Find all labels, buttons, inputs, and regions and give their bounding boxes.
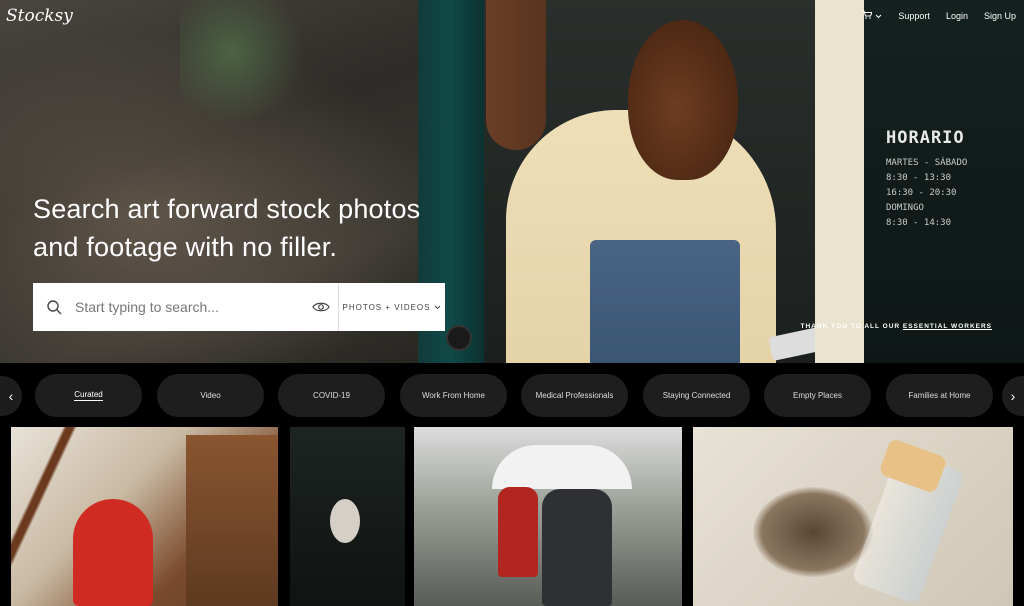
category-pill-staying-connected[interactable]: Staying Connected — [643, 374, 750, 417]
door-knob — [446, 325, 472, 351]
painter-figure — [73, 499, 153, 606]
category-pill-curated[interactable]: Curated — [35, 374, 142, 417]
media-type-label: PHOTOS + VIDEOS — [342, 302, 431, 312]
chalkboard-line: MARTES - SÁBADO — [886, 158, 968, 168]
eye-icon[interactable] — [303, 283, 339, 331]
category-pill-work-from-home[interactable]: Work From Home — [400, 374, 507, 417]
search-input[interactable] — [75, 299, 303, 315]
chalkboard-lines: MARTES - SÁBADO 8:30 - 13:30 16:30 - 20:… — [886, 156, 967, 231]
person-arm — [486, 0, 546, 150]
hooded-figure — [330, 499, 360, 543]
category-label: Families at Home — [908, 391, 971, 400]
chalkboard-line: 8:30 - 14:30 — [886, 218, 952, 228]
category-bar: ‹ Curated Video COVID-19 Work From Home … — [0, 363, 1024, 427]
cart-icon — [862, 10, 874, 22]
chevron-left-icon[interactable]: ‹ — [0, 376, 22, 416]
photo-tile-painting[interactable] — [11, 427, 278, 606]
umbrella — [492, 445, 632, 489]
hero-headline: Search art forward stock photos and foot… — [33, 190, 420, 266]
essential-workers-link[interactable]: ESSENTIAL WORKERS — [903, 323, 992, 330]
walker-dark — [542, 489, 612, 606]
cabinet — [186, 435, 278, 606]
category-label: Staying Connected — [662, 391, 731, 400]
chevron-down-icon — [875, 11, 882, 22]
photo-tile-bottle-still-life[interactable] — [693, 427, 1013, 606]
chalkboard-line: 16:30 - 20:30 — [886, 188, 957, 198]
category-label: Work From Home — [422, 391, 485, 400]
hanging-plant — [180, 0, 310, 130]
search-bar: PHOTOS + VIDEOS — [33, 283, 445, 331]
chalkboard-line: 8:30 - 13:30 — [886, 173, 952, 183]
wall-panel — [815, 0, 865, 363]
photo-tile-hooded-figure[interactable] — [290, 427, 405, 606]
category-pill-empty-places[interactable]: Empty Places — [764, 374, 871, 417]
essential-prefix: THANK YOU TO ALL OUR — [800, 323, 903, 330]
support-link[interactable]: Support — [898, 11, 930, 21]
category-label: Medical Professionals — [535, 391, 614, 400]
chalkboard-text: HORARIO MARTES - SÁBADO 8:30 - 13:30 16:… — [886, 128, 967, 231]
walker-red — [498, 487, 538, 577]
headline-line: Search art forward stock photos — [33, 194, 421, 224]
chevron-right-icon[interactable]: › — [1002, 376, 1024, 416]
category-label: COVID-19 — [313, 391, 350, 400]
search-icon[interactable] — [33, 283, 75, 331]
category-label: Video — [200, 391, 221, 400]
category-pill-covid-19[interactable]: COVID-19 — [278, 374, 385, 417]
cart-menu[interactable] — [862, 10, 882, 22]
chalkboard-title: HORARIO — [886, 128, 965, 148]
photo-tile-umbrella-street[interactable] — [414, 427, 682, 606]
login-link[interactable]: Login — [946, 11, 968, 21]
category-pill-medical-professionals[interactable]: Medical Professionals — [521, 374, 628, 417]
sea-creature — [753, 487, 873, 577]
person-head — [628, 20, 738, 180]
category-label: Curated — [74, 390, 103, 401]
media-type-select[interactable]: PHOTOS + VIDEOS — [339, 283, 445, 331]
category-label: Empty Places — [793, 391, 842, 400]
category-pill-video[interactable]: Video — [157, 374, 264, 417]
essential-workers-note: THANK YOU TO ALL OUR ESSENTIAL WORKERS — [801, 323, 992, 330]
category-pill-families-at-home[interactable]: Families at Home — [886, 374, 993, 417]
person-apron — [590, 240, 740, 363]
signup-link[interactable]: Sign Up — [984, 11, 1016, 21]
headline-line: and footage with no filler. — [33, 232, 338, 262]
chevron-down-icon — [434, 303, 441, 312]
chalkboard-line: DOMINGO — [886, 203, 924, 213]
logo[interactable]: Stocksy — [6, 6, 73, 26]
top-nav: Support Login Sign Up — [862, 10, 1016, 22]
